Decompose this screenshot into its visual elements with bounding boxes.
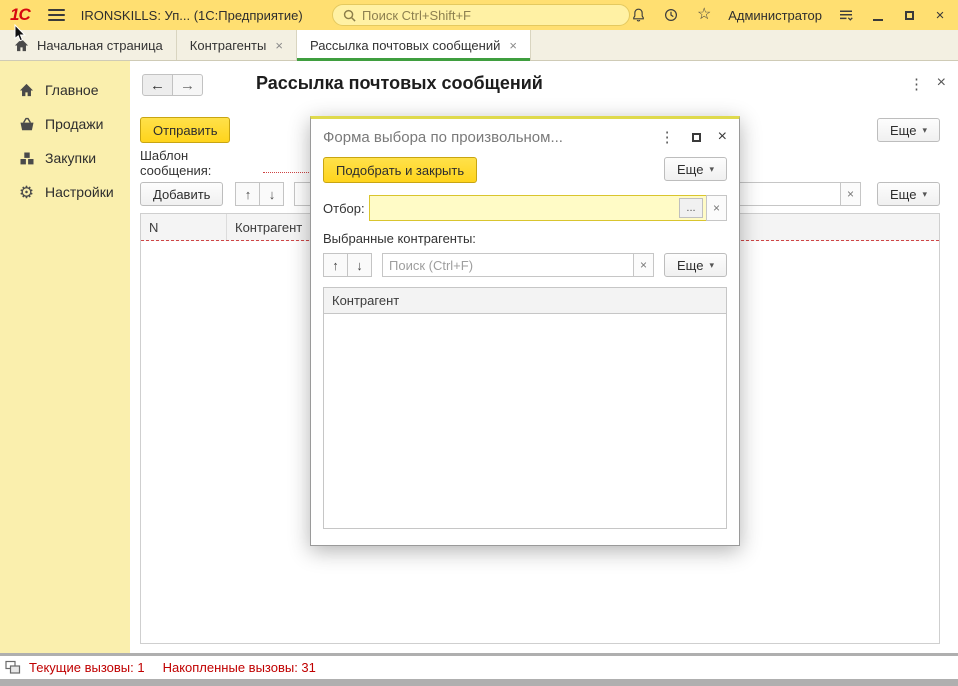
sidebar-item-prodazhi[interactable]: Продажи <box>0 107 130 141</box>
dropdown-caret-icon: ▾ <box>709 164 714 175</box>
main-menu-icon[interactable] <box>48 9 65 21</box>
selection-dialog: Форма выбора по произвольном... ⋮ × Подо… <box>310 116 740 546</box>
sidebar-item-nastroyki[interactable]: ⚙ Настройки <box>0 175 130 209</box>
clear-x-icon[interactable]: × <box>840 182 861 206</box>
move-down-icon[interactable]: ↓ <box>347 253 372 277</box>
dropdown-caret-icon: ▾ <box>709 260 714 271</box>
filter-label: Отбор: <box>323 201 369 216</box>
back-arrow-icon[interactable]: ← <box>142 74 173 96</box>
status-strip: Текущие вызовы: 1 Накопленные вызовы: 31 <box>0 656 958 679</box>
selected-contractors-label: Выбранные контрагенты: <box>323 231 727 246</box>
sidebar-item-label: Главное <box>45 82 99 98</box>
forward-arrow-icon[interactable]: → <box>172 74 203 96</box>
dialog-column-header-contractor[interactable]: Контрагент <box>324 288 726 314</box>
settings-gear-icon: ⚙ <box>18 184 35 201</box>
user-name[interactable]: Администратор <box>728 8 822 23</box>
app-title: IRONSKILLS: Уп... (1С:Предприятие) <box>81 8 303 23</box>
more-button-label: Еще <box>677 162 703 177</box>
tab-label: Рассылка почтовых сообщений <box>310 38 500 53</box>
filter-row: Отбор: ... × <box>323 195 727 221</box>
dialog-search-input[interactable] <box>382 253 634 277</box>
dialog-more-button-list[interactable]: Еще ▾ <box>664 253 727 277</box>
add-button-label: Добавить <box>153 187 210 202</box>
form-menu-kebab-icon[interactable]: ⋮ <box>909 75 924 93</box>
tab-label: Контрагенты <box>190 38 267 53</box>
tab-kontragenty[interactable]: Контрагенты × <box>177 30 297 60</box>
dialog-menu-kebab-icon[interactable]: ⋮ <box>660 128 675 146</box>
dialog-contractor-table: Контрагент <box>323 287 727 529</box>
dialog-list-toolbar: ↑ ↓ × Еще ▾ <box>323 253 727 277</box>
search-icon <box>343 9 356 22</box>
sidebar-item-glavnoe[interactable]: Главное <box>0 73 130 107</box>
filter-input[interactable]: ... <box>369 195 707 221</box>
sidebar-item-zakupki[interactable]: Закупки <box>0 141 130 175</box>
move-up-icon[interactable]: ↑ <box>235 182 260 206</box>
purchases-boxes-icon <box>18 150 35 167</box>
dialog-maximize-icon[interactable] <box>692 133 701 142</box>
dialog-close-icon[interactable]: × <box>718 128 727 146</box>
dialog-title: Форма выбора по произвольном... <box>323 129 660 146</box>
topbar-actions: ☆ Администратор × <box>629 0 948 30</box>
dialog-table-body-empty[interactable] <box>324 314 726 528</box>
sales-basket-icon <box>18 116 35 133</box>
nav-history-group: ← → <box>142 74 203 96</box>
sidebar-item-label: Настройки <box>45 184 114 200</box>
one-c-logo: 1С <box>10 5 30 25</box>
more-button-label: Еще <box>890 123 916 138</box>
page-title: Рассылка почтовых сообщений <box>256 73 543 94</box>
dialog-more-button-top[interactable]: Еще ▾ <box>664 157 727 181</box>
pick-and-close-button[interactable]: Подобрать и закрыть <box>323 157 477 183</box>
home-icon <box>13 37 30 54</box>
dialog-command-row: Подобрать и закрыть Еще ▾ <box>323 157 727 183</box>
history-icon[interactable] <box>662 6 680 24</box>
tabbar: Начальная страница Контрагенты × Рассылк… <box>0 30 958 61</box>
move-up-icon[interactable]: ↑ <box>323 253 348 277</box>
send-button-label: Отправить <box>153 123 217 138</box>
sidebar-item-label: Продажи <box>45 116 103 132</box>
sidebar: Главное Продажи Закупки ⚙ Настройки <box>0 61 130 653</box>
column-header-n[interactable]: N <box>141 214 227 240</box>
template-label: Шаблон сообщения: <box>140 148 263 178</box>
choose-ellipsis-button[interactable]: ... <box>679 198 703 218</box>
pick-and-close-label: Подобрать и закрыть <box>336 163 464 178</box>
global-search[interactable] <box>332 4 630 26</box>
tab-home-page[interactable]: Начальная страница <box>0 30 177 60</box>
tab-close-icon[interactable]: × <box>509 38 517 53</box>
add-button[interactable]: Добавить <box>140 182 223 206</box>
form-close-icon[interactable]: × <box>937 74 946 92</box>
close-icon[interactable]: × <box>932 4 948 26</box>
move-down-icon[interactable]: ↓ <box>259 182 284 206</box>
current-calls-text: Текущие вызовы: 1 <box>29 660 145 675</box>
more-button-label: Еще <box>890 187 916 202</box>
favorites-star-icon[interactable]: ☆ <box>695 6 713 24</box>
statusbar: Текущие вызовы: 1 Накопленные вызовы: 31 <box>0 653 958 686</box>
tab-label: Начальная страница <box>37 38 163 53</box>
app-window: 1С IRONSKILLS: Уп... (1С:Предприятие) ☆ … <box>0 0 958 686</box>
calls-indicator-icon <box>4 659 21 676</box>
dialog-body: Подобрать и закрыть Еще ▾ Отбор: ... × В… <box>311 155 739 545</box>
more-button-list[interactable]: Еще ▾ <box>877 182 940 206</box>
dialog-titlebar[interactable]: Форма выбора по произвольном... ⋮ × <box>311 119 739 155</box>
tab-close-icon[interactable]: × <box>275 38 283 53</box>
minimize-icon[interactable] <box>870 4 886 26</box>
send-button[interactable]: Отправить <box>140 117 230 143</box>
home-icon <box>18 82 35 99</box>
tab-rassylka[interactable]: Рассылка почтовых сообщений × <box>297 30 531 60</box>
dropdown-caret-icon: ▾ <box>922 189 927 200</box>
dropdown-caret-icon: ▾ <box>922 125 927 136</box>
maximize-icon[interactable] <box>901 4 917 26</box>
service-settings-icon[interactable] <box>837 6 855 24</box>
clear-x-icon[interactable]: × <box>633 253 654 277</box>
sidebar-item-label: Закупки <box>45 150 96 166</box>
topbar: 1С IRONSKILLS: Уп... (1С:Предприятие) ☆ … <box>0 0 958 30</box>
more-button-label: Еще <box>677 258 703 273</box>
notifications-bell-icon[interactable] <box>629 6 647 24</box>
global-search-input[interactable] <box>362 8 619 23</box>
more-button-top[interactable]: Еще ▾ <box>877 118 940 142</box>
accumulated-calls-text: Накопленные вызовы: 31 <box>163 660 316 675</box>
clear-x-icon[interactable]: × <box>706 195 727 221</box>
